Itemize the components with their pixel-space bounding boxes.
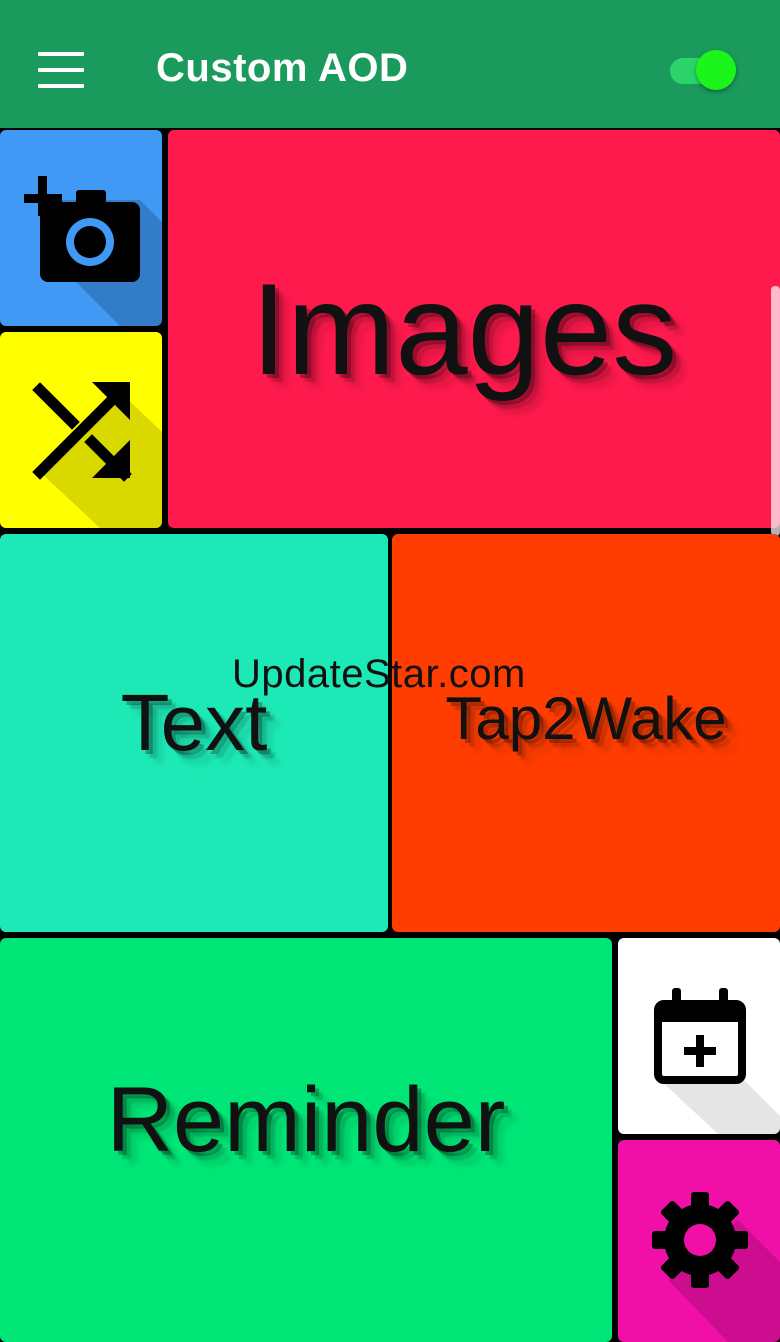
menu-icon[interactable] (38, 52, 84, 88)
images-label: Images (250, 256, 678, 402)
shuffle-tile[interactable] (0, 332, 162, 528)
shuffle-icon (32, 382, 162, 528)
toggle-thumb (696, 50, 736, 90)
aod-toggle-switch[interactable] (668, 48, 740, 92)
reminder-tile[interactable]: Reminder (0, 938, 612, 1342)
tap2wake-tile[interactable]: Tap2Wake (392, 534, 780, 932)
add-photo-icon (24, 176, 162, 326)
images-tile[interactable]: Images (168, 130, 780, 528)
calendar-add-icon (654, 988, 780, 1134)
app-bar: Custom AOD (0, 0, 780, 128)
settings-tile[interactable] (618, 1140, 780, 1342)
add-image-tile[interactable] (0, 130, 162, 326)
add-event-tile[interactable] (618, 938, 780, 1134)
text-tile[interactable]: Text (0, 534, 388, 932)
gear-icon (652, 1192, 780, 1342)
app-title: Custom AOD (156, 46, 409, 90)
watermark: UpdateStar.com (232, 652, 526, 696)
reminder-label: Reminder (106, 1068, 506, 1171)
scroll-indicator (771, 286, 780, 536)
